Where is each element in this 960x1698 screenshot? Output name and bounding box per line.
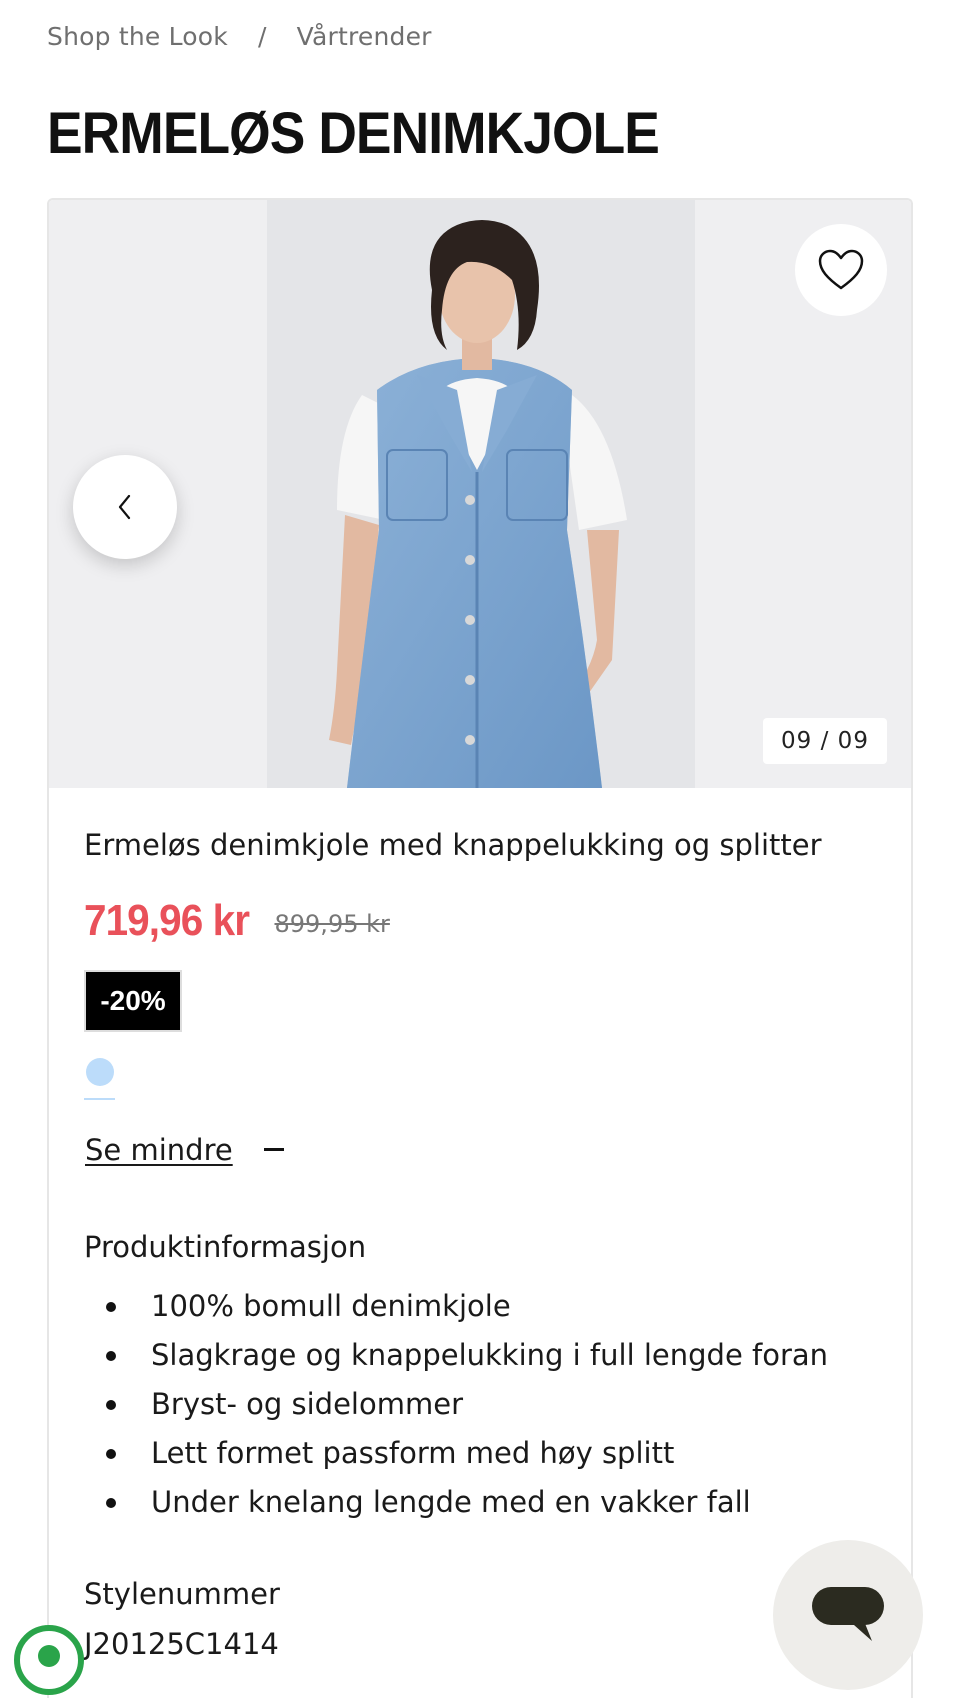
color-swatch[interactable]	[86, 1058, 114, 1086]
discount-badge: -20%	[84, 970, 182, 1032]
breadcrumb-link-vartrender[interactable]: Vårtrender	[297, 22, 432, 51]
product-info-heading: Produktinformasjon	[84, 1230, 367, 1264]
list-item: Under knelang lengde med en vakker fall	[84, 1478, 828, 1527]
previous-image-button[interactable]	[73, 455, 177, 559]
product-image	[267, 200, 695, 788]
price-row: 719,96 kr 899,95 kr	[84, 896, 390, 946]
minus-icon[interactable]	[264, 1148, 284, 1151]
list-item: Slagkrage og knappelukking i full lengde…	[84, 1331, 828, 1380]
chat-bubble-icon	[812, 1587, 884, 1641]
chevron-left-icon	[118, 494, 131, 520]
list-item: 100% bomull denimkjole	[84, 1282, 828, 1331]
breadcrumb-link-shop-the-look[interactable]: Shop the Look	[47, 22, 228, 51]
breadcrumb-separator: /	[257, 22, 267, 51]
original-price: 899,95 kr	[274, 910, 390, 938]
list-item: Bryst- og sidelommer	[84, 1380, 828, 1429]
heart-icon	[818, 249, 864, 290]
style-number-value: J20125C1414	[84, 1627, 279, 1661]
page-title: ERMELØS DENIMKJOLE	[47, 101, 660, 166]
style-number-label: Stylenummer	[84, 1577, 280, 1611]
see-less-toggle[interactable]: Se mindre	[85, 1133, 233, 1167]
feature-list: 100% bomull denimkjole Slagkrage og knap…	[84, 1282, 828, 1527]
chat-button[interactable]	[773, 1540, 923, 1690]
product-card: 09 / 09 Ermeløs denimkjole med knappeluk…	[47, 198, 913, 1698]
product-gallery[interactable]: 09 / 09	[49, 200, 911, 788]
list-item: Lett formet passform med høy splitt	[84, 1429, 828, 1478]
favorite-button[interactable]	[795, 224, 887, 316]
image-counter: 09 / 09	[763, 718, 887, 764]
selected-swatch-indicator	[84, 1098, 115, 1100]
breadcrumb: Shop the Look / Vårtrender	[47, 22, 432, 51]
eco-badge-icon[interactable]	[14, 1625, 84, 1695]
sale-price: 719,96 kr	[84, 896, 250, 945]
product-name: Ermeløs denimkjole med knappelukking og …	[84, 828, 822, 862]
